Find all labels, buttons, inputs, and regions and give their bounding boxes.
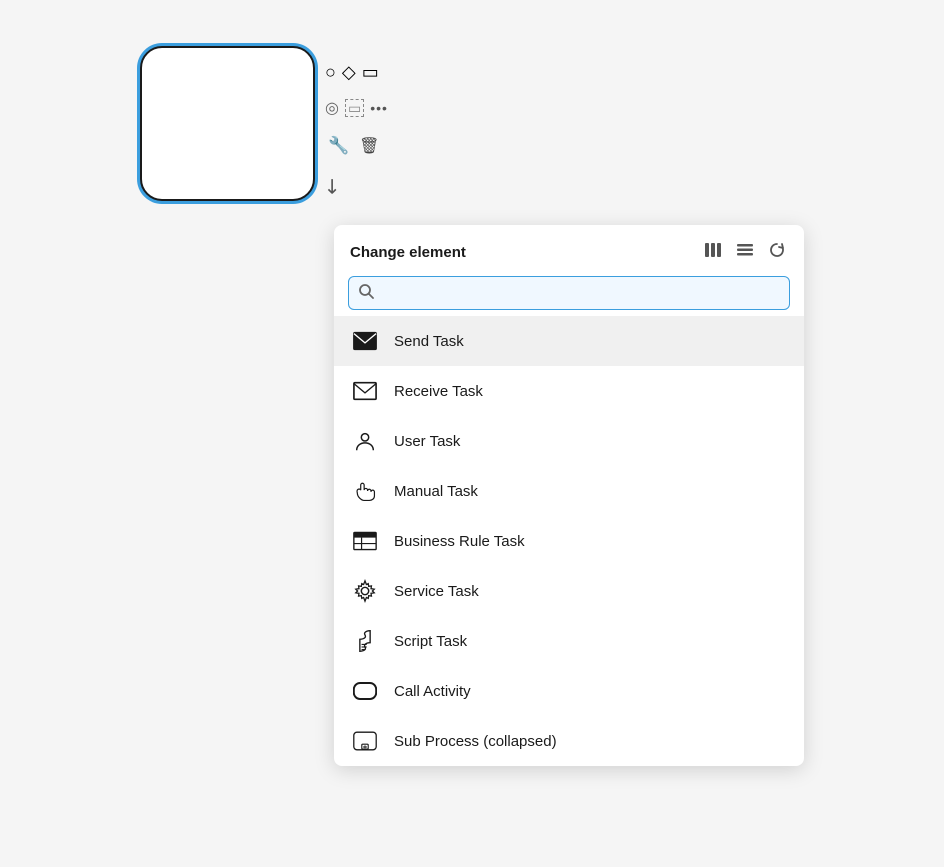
shape-variant-toolbar: ◎ ▭ ••• (325, 98, 388, 118)
search-icon (358, 283, 374, 303)
send-task-label: Send Task (394, 333, 464, 350)
list-item[interactable]: Business Rule Task (334, 516, 804, 566)
list-view-button[interactable] (734, 239, 756, 266)
bpmn-shape[interactable] (140, 46, 315, 201)
service-task-icon (350, 576, 380, 606)
list-item[interactable]: Send Task (334, 316, 804, 366)
shape-type-toolbar: ○ ◇ ▭ (325, 62, 379, 83)
reset-button[interactable] (766, 239, 788, 266)
change-element-panel: Change element (334, 225, 804, 766)
receive-task-label: Receive Task (394, 383, 483, 400)
square-icon[interactable]: ▭ (362, 62, 379, 83)
send-task-icon (350, 326, 380, 356)
canvas: ○ ◇ ▭ ◎ ▭ ••• 🔧 🗑 ↗ Change element (0, 0, 944, 867)
trash-icon[interactable]: 🗑 (359, 136, 379, 156)
list-item[interactable]: Receive Task (334, 366, 804, 416)
script-task-icon (350, 626, 380, 656)
list-item[interactable]: Call Activity (334, 666, 804, 716)
list-item[interactable]: Service Task (334, 566, 804, 616)
call-activity-label: Call Activity (394, 683, 471, 700)
manual-task-icon (350, 476, 380, 506)
action-toolbar: 🔧 🗑 (328, 136, 379, 156)
wrench-icon[interactable]: 🔧 (328, 136, 349, 156)
receive-task-icon (350, 376, 380, 406)
user-task-icon (350, 426, 380, 456)
dashed-rect-icon[interactable]: ▭ (345, 99, 364, 117)
business-rule-task-icon (350, 526, 380, 556)
subprocess-icon (350, 726, 380, 756)
search-input[interactable] (348, 276, 790, 310)
arrow-icon[interactable]: ↗ (318, 172, 348, 202)
panel-header: Change element (334, 225, 804, 276)
call-activity-icon (350, 676, 380, 706)
manual-task-label: Manual Task (394, 483, 478, 500)
element-type-list: Send Task Receive Task (334, 316, 804, 766)
subprocess-label: Sub Process (collapsed) (394, 733, 557, 750)
panel-title: Change element (350, 244, 466, 261)
list-item[interactable]: Script Task (334, 616, 804, 666)
arrow-icon-wrapper: ↗ (324, 174, 341, 199)
diamond-icon[interactable]: ◇ (342, 62, 356, 83)
columns-view-button[interactable] (702, 239, 724, 266)
bpmn-shape-container (140, 46, 315, 201)
circle-icon[interactable]: ○ (325, 62, 336, 83)
business-rule-task-label: Business Rule Task (394, 533, 525, 550)
dashed-circle-icon[interactable]: ◎ (325, 98, 339, 118)
service-task-label: Service Task (394, 583, 479, 600)
list-item[interactable]: User Task (334, 416, 804, 466)
list-item[interactable]: Manual Task (334, 466, 804, 516)
script-task-label: Script Task (394, 633, 467, 650)
more-icon[interactable]: ••• (370, 100, 388, 116)
list-item[interactable]: Sub Process (collapsed) (334, 716, 804, 766)
panel-header-icons (702, 239, 788, 266)
search-box (348, 276, 790, 310)
user-task-label: User Task (394, 433, 460, 450)
